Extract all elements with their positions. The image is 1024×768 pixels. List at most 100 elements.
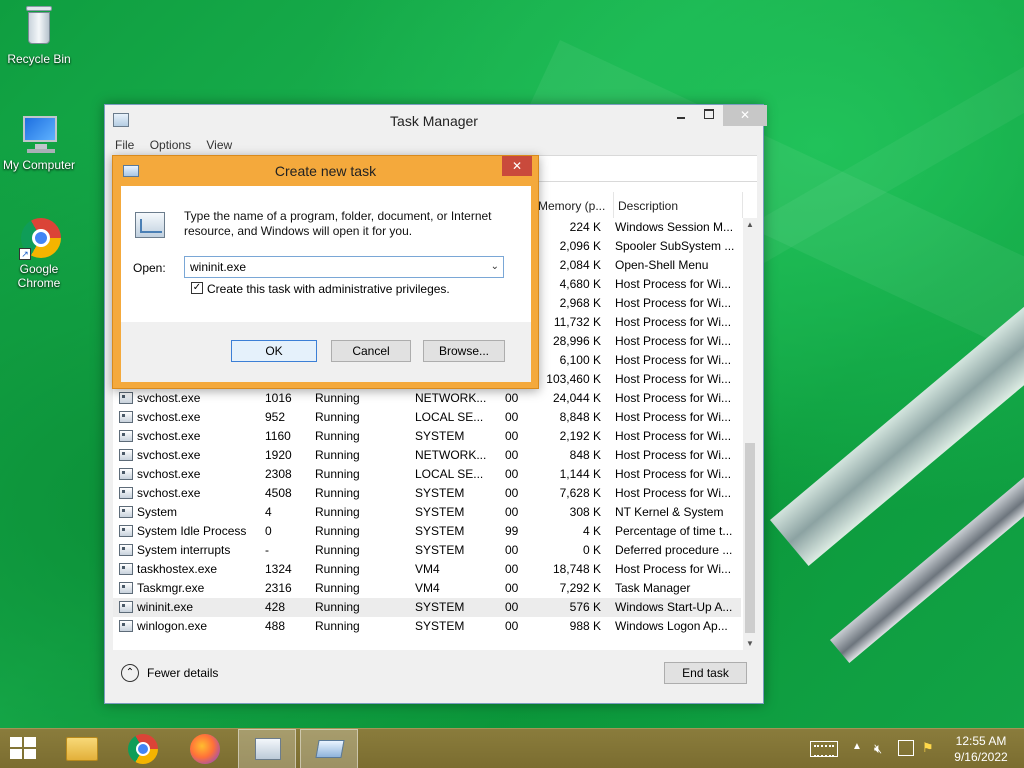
process-icon xyxy=(119,563,133,575)
network-icon[interactable] xyxy=(898,740,914,756)
cell-status: Running xyxy=(315,543,360,557)
cell-name: System interrupts xyxy=(137,543,231,557)
process-icon xyxy=(119,392,133,404)
desktop-icon-label: My Computer xyxy=(2,158,76,172)
taskbar-task-manager[interactable] xyxy=(238,729,296,768)
fewer-details-button[interactable]: ⌃ Fewer details xyxy=(121,663,218,683)
cell-name: svchost.exe xyxy=(137,429,201,443)
show-hidden-icons-icon[interactable]: ▲ xyxy=(852,741,862,768)
close-button[interactable]: ✕ xyxy=(723,105,767,126)
cell-pid: 488 xyxy=(265,619,286,633)
cell-description: Spooler SubSystem ... xyxy=(615,239,735,253)
browse-button[interactable]: Browse... xyxy=(423,340,505,362)
table-row[interactable]: System Idle Process 0 Running SYSTEM 99 4 K Pe… xyxy=(113,522,741,541)
table-row[interactable]: svchost.exe 1920 Running NETWORK... 00 848 K H… xyxy=(113,446,741,465)
volume-muted-icon[interactable]: 🔇︎ xyxy=(874,741,882,768)
cell-memory: 576 K xyxy=(569,600,601,614)
scroll-down-icon[interactable]: ▼ xyxy=(743,637,757,651)
run-dialog-icon xyxy=(315,740,345,758)
table-row[interactable]: taskhostex.exe 1324 Running VM4 00 18,748 K Ho… xyxy=(113,560,741,579)
cell-name: System xyxy=(137,505,178,519)
computer-icon xyxy=(17,112,61,156)
cell-pid: 0 xyxy=(265,524,272,538)
cell-memory: 308 K xyxy=(569,505,601,519)
firefox-icon xyxy=(190,734,220,764)
taskbar-firefox[interactable] xyxy=(176,729,234,768)
maximize-button[interactable] xyxy=(695,105,723,126)
scroll-thumb[interactable] xyxy=(745,443,755,633)
taskbar-run-dialog[interactable] xyxy=(300,729,358,768)
column-header-memory[interactable]: Memory (p... xyxy=(534,192,614,218)
cell-status: Running xyxy=(315,467,360,481)
cell-cpu: 00 xyxy=(505,562,519,576)
cell-status: Running xyxy=(315,505,360,519)
desktop-icon-recycle-bin[interactable]: Recycle Bin xyxy=(0,6,78,66)
vertical-scrollbar[interactable]: ▲ ▼ xyxy=(743,218,757,651)
table-row[interactable]: Taskmgr.exe 2316 Running VM4 00 7,292 K Task M… xyxy=(113,579,741,598)
ok-button[interactable]: OK xyxy=(231,340,317,362)
process-rows: svchost.exe 1016 Running NETWORK... 00 24,044… xyxy=(113,389,741,636)
cell-description: Windows Session M... xyxy=(615,220,734,234)
action-center-icon[interactable]: ⚑ xyxy=(922,740,934,768)
clock-date: 9/16/2022 xyxy=(954,750,1008,764)
cell-pid: 2316 xyxy=(265,581,292,595)
table-row[interactable]: svchost.exe 1160 Running SYSTEM 00 2,192 K Hos… xyxy=(113,427,741,446)
menu-options[interactable]: Options xyxy=(150,135,191,155)
desktop-icon-my-computer[interactable]: My Computer xyxy=(0,112,78,172)
open-input-value[interactable]: wininit.exe xyxy=(190,260,246,274)
cell-name: winlogon.exe xyxy=(137,619,208,633)
scroll-up-icon[interactable]: ▲ xyxy=(743,218,757,232)
keyboard-icon[interactable] xyxy=(810,741,838,757)
dialog-close-button[interactable]: ✕ xyxy=(502,156,532,176)
cell-status: Running xyxy=(315,581,360,595)
end-task-button[interactable]: End task xyxy=(664,662,747,684)
cancel-button[interactable]: Cancel xyxy=(331,340,411,362)
cell-status: Running xyxy=(315,619,360,633)
cell-cpu: 00 xyxy=(505,581,519,595)
column-header-description[interactable]: Description xyxy=(614,192,743,218)
cell-description: Task Manager xyxy=(615,581,691,595)
cell-description: Host Process for Wi... xyxy=(615,467,732,481)
table-row[interactable]: svchost.exe 2308 Running LOCAL SE... 00 1,144… xyxy=(113,465,741,484)
menu-view[interactable]: View xyxy=(206,135,232,155)
menu-file[interactable]: File xyxy=(115,135,134,155)
cell-cpu: 00 xyxy=(505,391,519,405)
table-row[interactable]: svchost.exe 952 Running LOCAL SE... 00 8,848 … xyxy=(113,408,741,427)
cell-pid: - xyxy=(265,543,269,557)
taskbar-file-explorer[interactable] xyxy=(52,729,110,768)
table-row[interactable]: System interrupts - Running SYSTEM 00 0 K Defe… xyxy=(113,541,741,560)
dialog-title: Create new task xyxy=(274,163,377,179)
cell-description: Host Process for Wi... xyxy=(615,277,732,291)
table-row[interactable]: svchost.exe 1016 Running NETWORK... 00 24,044… xyxy=(113,389,741,408)
open-label: Open: xyxy=(133,261,166,275)
cell-memory: 2,084 K xyxy=(559,258,601,272)
cell-memory: 4,680 K xyxy=(559,277,601,291)
admin-privileges-checkbox[interactable]: ✓ xyxy=(191,282,203,294)
cell-memory: 103,460 K xyxy=(546,372,601,386)
cell-memory: 7,292 K xyxy=(559,581,601,595)
cell-description: Windows Start-Up A... xyxy=(615,600,733,614)
process-icon xyxy=(119,544,133,556)
admin-privileges-label[interactable]: Create this task with administrative pri… xyxy=(207,282,450,296)
desktop-icon-chrome[interactable]: ↗ Google Chrome xyxy=(0,216,78,290)
open-combobox[interactable]: wininit.exe ⌄ xyxy=(184,256,504,278)
chevron-down-icon[interactable]: ⌄ xyxy=(491,257,499,277)
clock[interactable]: 12:55 AM 9/16/2022 xyxy=(948,733,1014,768)
table-row[interactable]: winlogon.exe 488 Running SYSTEM 00 988 K Windo… xyxy=(113,617,741,636)
cell-name: svchost.exe xyxy=(137,467,201,481)
table-row[interactable]: System 4 Running SYSTEM 00 308 K NT Kernel & S… xyxy=(113,503,741,522)
process-icon xyxy=(119,468,133,480)
cell-description: Host Process for Wi... xyxy=(615,391,732,405)
table-row[interactable]: wininit.exe 428 Running SYSTEM 00 576 K Window… xyxy=(113,598,741,617)
start-button[interactable] xyxy=(0,729,58,768)
title-bar[interactable]: Task Manager ✕ xyxy=(105,105,767,135)
cell-cpu: 00 xyxy=(505,600,519,614)
cell-user: SYSTEM xyxy=(415,619,465,633)
cell-memory: 848 K xyxy=(569,448,601,462)
cell-name: taskhostex.exe xyxy=(137,562,218,576)
cell-description: Host Process for Wi... xyxy=(615,372,732,386)
table-row[interactable]: svchost.exe 4508 Running SYSTEM 00 7,628 K Hos… xyxy=(113,484,741,503)
taskbar-chrome[interactable] xyxy=(114,729,172,768)
start-icon xyxy=(10,737,38,761)
minimize-button[interactable] xyxy=(667,105,695,126)
